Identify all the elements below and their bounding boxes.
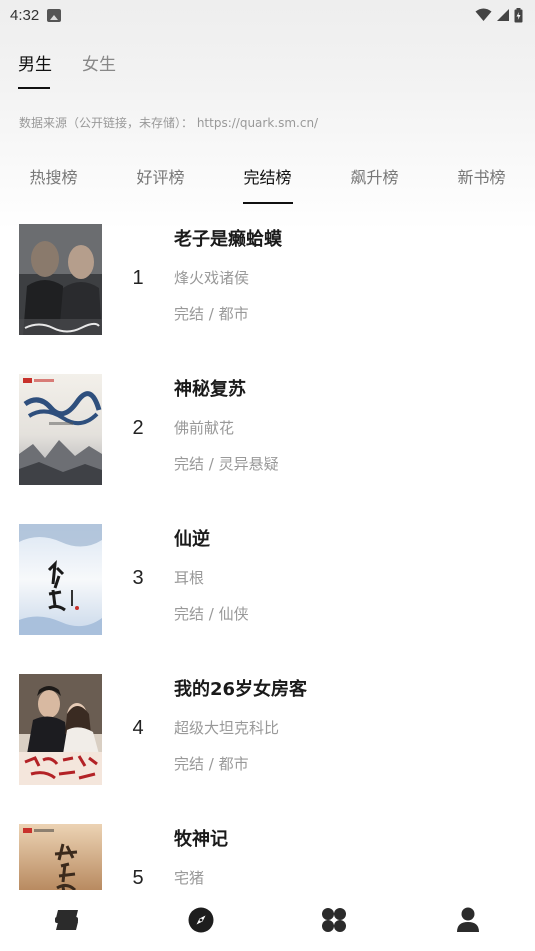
nav-category[interactable] bbox=[268, 890, 402, 951]
gender-tabs: 男生 女生 bbox=[18, 50, 116, 89]
nav-discover[interactable] bbox=[134, 890, 268, 951]
bookshelf-icon bbox=[54, 909, 78, 930]
ranking-tabs: 热搜榜 好评榜 完结榜 飙升榜 新书榜 bbox=[0, 164, 535, 204]
wifi-icon bbox=[475, 8, 492, 21]
signal-icon bbox=[497, 9, 509, 21]
book-cover bbox=[19, 524, 102, 635]
rank-number: 5 bbox=[132, 867, 144, 889]
book-list-item[interactable]: 2 神秘复苏 佛前献花 完结 / 灵异悬疑 bbox=[0, 372, 535, 522]
book-status-genre: 完结 / 都市 bbox=[174, 305, 249, 323]
book-author: 耳根 bbox=[174, 569, 205, 587]
book-author: 超级大坦克科比 bbox=[174, 719, 280, 737]
tab-male[interactable]: 男生 bbox=[18, 50, 52, 89]
book-list-item[interactable]: 3 仙逆 耳根 完结 / 仙侠 bbox=[0, 522, 535, 672]
book-cover bbox=[19, 824, 102, 890]
bottom-navigation bbox=[0, 890, 535, 951]
book-title: 老子是癞蛤蟆 bbox=[174, 229, 282, 250]
tab-rising[interactable]: 飙升榜 bbox=[321, 164, 428, 204]
book-list-item[interactable]: 4 我的26岁女房客 超级大坦克科比 完结 / 都市 bbox=[0, 672, 535, 822]
tab-new-books[interactable]: 新书榜 bbox=[428, 164, 535, 204]
book-author: 烽火戏诸侯 bbox=[174, 269, 250, 287]
status-time: 4:32 bbox=[10, 6, 40, 24]
rank-number: 3 bbox=[132, 567, 144, 589]
book-title: 牧神记 bbox=[174, 829, 228, 850]
nav-profile[interactable] bbox=[401, 890, 535, 951]
rank-number: 2 bbox=[132, 417, 144, 439]
book-cover bbox=[19, 374, 102, 485]
book-list-item[interactable]: 5 牧神记 宅猪 bbox=[0, 822, 535, 890]
category-icon bbox=[322, 907, 347, 932]
profile-icon bbox=[457, 907, 480, 932]
compass-icon bbox=[188, 907, 214, 932]
book-list-item[interactable]: 1 老子是癞蛤蟆 烽火戏诸侯 完结 / 都市 bbox=[0, 222, 535, 372]
status-indicators bbox=[475, 7, 523, 23]
book-title: 神秘复苏 bbox=[174, 379, 246, 400]
book-cover bbox=[19, 674, 102, 785]
rank-number: 4 bbox=[132, 717, 144, 739]
tab-completed[interactable]: 完结榜 bbox=[214, 164, 321, 204]
status-bar: 4:32 bbox=[0, 0, 535, 30]
tab-top-rated[interactable]: 好评榜 bbox=[107, 164, 214, 204]
tab-hot-search[interactable]: 热搜榜 bbox=[0, 164, 107, 204]
book-status-genre: 完结 / 灵异悬疑 bbox=[174, 455, 279, 473]
book-author: 佛前献花 bbox=[174, 419, 235, 437]
rank-number: 1 bbox=[132, 267, 144, 289]
book-author: 宅猪 bbox=[174, 869, 205, 887]
data-source-note: 数据来源（公开链接，未存储）： https://quark.sm.cn/ bbox=[19, 116, 319, 130]
book-status-genre: 完结 / 仙侠 bbox=[174, 605, 249, 623]
book-status-genre: 完结 / 都市 bbox=[174, 755, 249, 773]
gallery-notification-icon bbox=[47, 8, 62, 22]
book-list: 1 老子是癞蛤蟆 烽火戏诸侯 完结 / 都市 2 神秘复苏 佛前献花 完结 / … bbox=[0, 222, 535, 890]
tab-female[interactable]: 女生 bbox=[82, 50, 116, 89]
battery-icon bbox=[514, 7, 523, 22]
nav-bookshelf[interactable] bbox=[0, 890, 134, 951]
book-title: 仙逆 bbox=[174, 529, 210, 550]
book-cover bbox=[19, 224, 102, 335]
book-title: 我的26岁女房客 bbox=[174, 679, 308, 700]
